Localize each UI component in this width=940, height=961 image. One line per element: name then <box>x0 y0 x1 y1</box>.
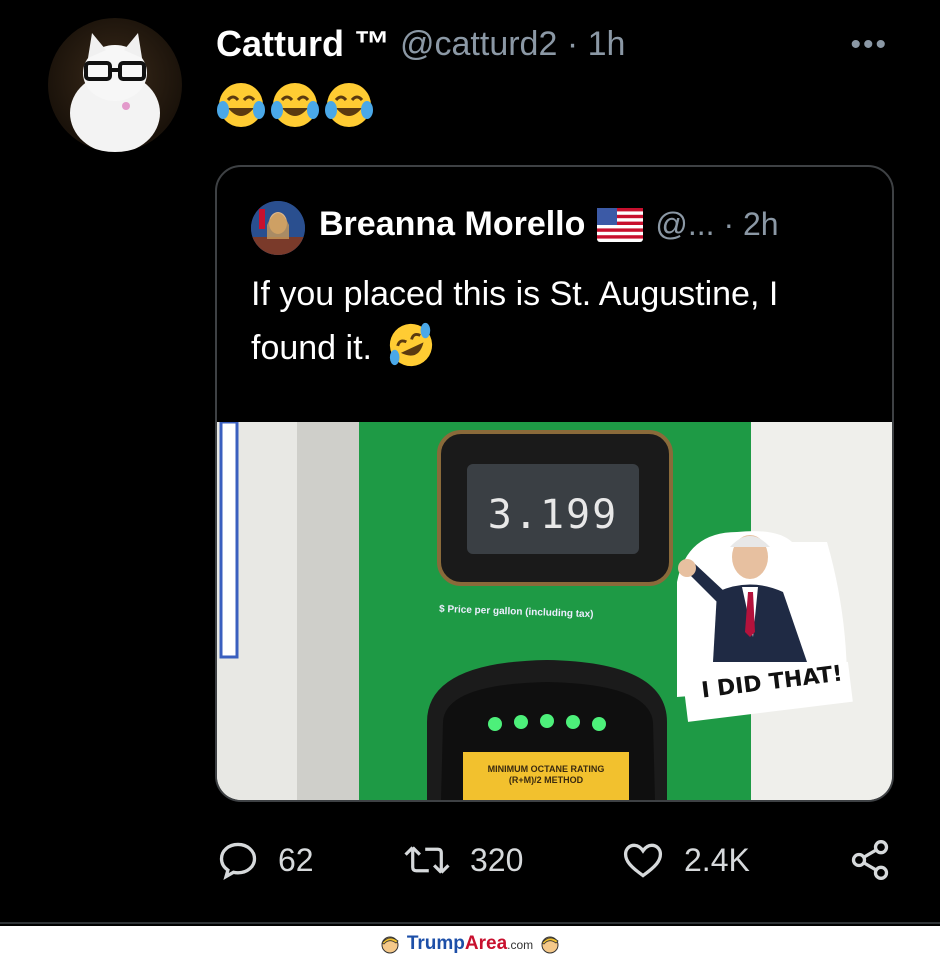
brand-part1: Trump <box>406 932 465 954</box>
author-handle-time[interactable]: @catturd2 · 1h <box>400 25 625 64</box>
reply-button[interactable]: 62 <box>216 838 314 882</box>
brand-logo[interactable]: TrumpArea.com <box>407 933 533 955</box>
quoted-tweet-body: If you placed this is St. Augustine, I f… <box>251 275 779 367</box>
reply-icon <box>219 842 257 880</box>
quoted-author-avatar[interactable] <box>251 201 305 255</box>
reply-count: 62 <box>278 841 314 878</box>
heart-icon <box>623 843 663 878</box>
quoted-tweet-header: Breanna Morello @... · 2h <box>319 205 779 244</box>
quoted-author-name[interactable]: Breanna Morello <box>319 205 585 244</box>
retweet-count: 320 <box>470 841 524 878</box>
trump-face-icon <box>381 936 399 953</box>
divider <box>0 922 940 924</box>
more-options-icon[interactable]: ••• <box>850 28 888 62</box>
quoted-tweet-text: If you placed this is St. Augustine, I f… <box>251 267 861 375</box>
tweet-text <box>216 80 374 130</box>
rolling-on-the-floor-laughing-icon <box>390 322 433 367</box>
watermark-footer: TrumpArea.com <box>0 926 940 961</box>
quoted-tweet[interactable]: Breanna Morello @... · 2h If you placed … <box>215 165 894 802</box>
octane-rating-line1: MINIMUM OCTANE RATING <box>487 764 605 774</box>
gas-pump-photo[interactable]: 3.199 $ Price per gallon (including tax)… <box>217 422 892 800</box>
author-avatar[interactable] <box>48 18 182 152</box>
face-with-tears-of-joy-icon <box>217 83 265 127</box>
retweet-button[interactable]: 320 <box>402 838 523 882</box>
tweet-header: Catturd ™ @catturd2 · 1h <box>216 22 625 66</box>
like-count: 2.4K <box>684 841 750 878</box>
share-icon <box>851 840 889 880</box>
octane-rating-line2: (R+M)/2 METHOD <box>508 775 584 785</box>
price-display: 3.199 <box>487 492 619 538</box>
trump-face-icon <box>541 936 559 953</box>
share-button[interactable] <box>848 838 892 882</box>
brand-part2: Area <box>464 932 508 954</box>
retweet-icon <box>404 846 450 874</box>
author-name[interactable]: Catturd ™ <box>216 23 390 65</box>
tweet-actions: 62 320 2.4K <box>216 838 896 888</box>
face-with-tears-of-joy-icon <box>325 83 373 127</box>
us-flag-icon <box>597 207 644 242</box>
brand-suffix: .com <box>507 937 534 952</box>
like-button[interactable]: 2.4K <box>620 838 750 882</box>
octane-rating-label: MINIMUM OCTANE RATING (R+M)/2 METHOD <box>463 764 629 786</box>
quoted-author-handle-time[interactable]: @... · 2h <box>655 206 778 243</box>
face-with-tears-of-joy-icon <box>271 83 319 127</box>
